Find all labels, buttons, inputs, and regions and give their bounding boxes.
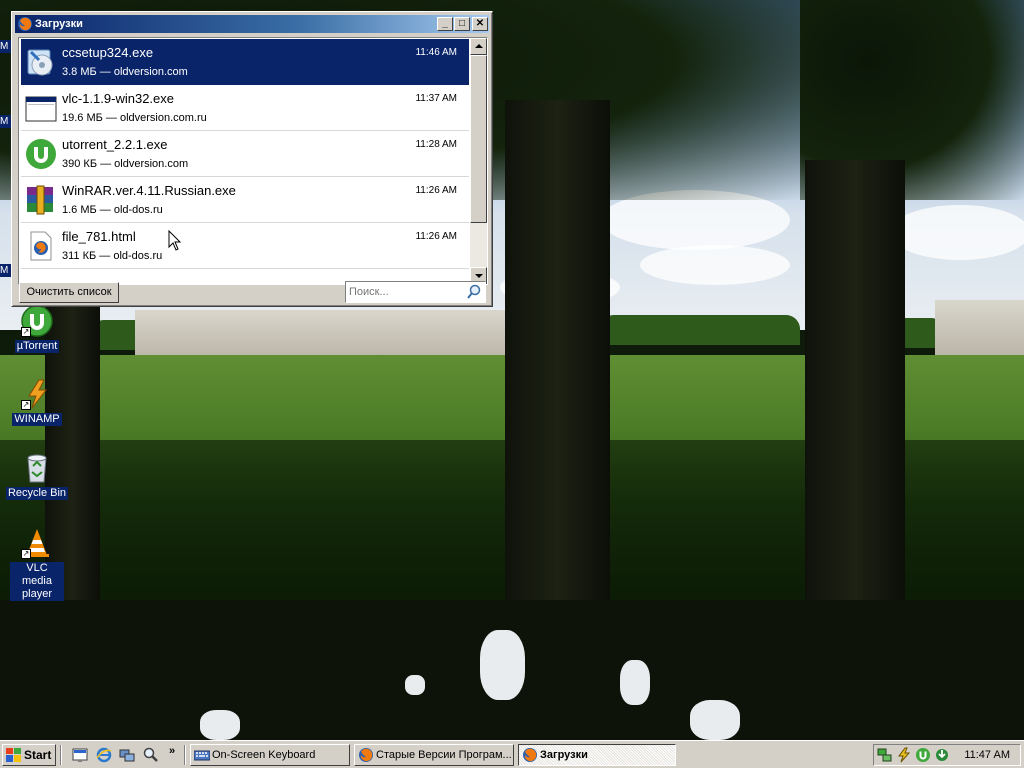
network-connection-icon[interactable] <box>877 747 893 763</box>
search-icon[interactable] <box>143 747 159 763</box>
download-filename: file_781.html <box>62 229 136 244</box>
download-time: 11:28 AM <box>415 139 457 150</box>
vlc-icon: ↗ <box>21 527 53 559</box>
title-bar[interactable]: Загрузки _ □ ✕ <box>15 15 489 33</box>
winamp-icon: ↗ <box>21 378 53 410</box>
download-size-source: 19.6 МБ — oldversion.com.ru <box>62 112 207 124</box>
power-icon[interactable] <box>896 747 912 763</box>
download-item[interactable]: vlc-1.1.9-win32.exe 19.6 МБ — oldversion… <box>21 85 469 131</box>
wallpaper-bottom-band <box>0 600 1024 740</box>
firefox-icon <box>17 16 33 32</box>
recycle-bin-icon <box>21 452 53 484</box>
downloads-list[interactable]: ccsetup324.exe 3.8 МБ — oldversion.com 1… <box>18 37 488 285</box>
downloads-window: Загрузки _ □ ✕ ccsetup324.exe 3.8 МБ — o… <box>11 11 493 307</box>
show-desktop-icon[interactable] <box>72 747 88 763</box>
desktop-icon-label: VLC media player <box>10 562 64 601</box>
task-label: On-Screen Keyboard <box>212 749 316 761</box>
start-label: Start <box>24 748 52 762</box>
firefox-document-icon <box>25 230 57 262</box>
download-filename: utorrent_2.2.1.exe <box>62 137 168 152</box>
search-icon[interactable] <box>466 284 482 300</box>
download-item[interactable]: utorrent_2.2.1.exe 390 КБ — oldversion.c… <box>21 131 469 177</box>
task-button-on-screen-keyboard[interactable]: On-Screen Keyboard <box>190 744 350 766</box>
system-tray: 11:47 AM <box>873 744 1021 766</box>
window-title: Загрузки <box>35 18 83 30</box>
download-item[interactable]: WinRAR.ver.4.11.Russian.exe 1.6 МБ — old… <box>21 177 469 223</box>
utorrent-icon: ↗ <box>21 305 53 337</box>
search-field[interactable] <box>345 281 486 303</box>
internet-explorer-icon[interactable] <box>96 747 112 763</box>
download-size-source: 3.8 МБ — oldversion.com <box>62 66 188 78</box>
keyboard-icon <box>193 747 211 763</box>
download-item[interactable]: ccsetup324.exe 3.8 МБ — oldversion.com 1… <box>21 39 469 85</box>
desktop-icon-recycle-bin[interactable]: Recycle Bin <box>0 452 74 500</box>
taskbar: Start » On-Screen Keyboard Старые Версии… <box>0 740 1024 768</box>
desktop-icon-label: WINAMP <box>12 413 62 426</box>
close-button[interactable]: ✕ <box>472 17 488 31</box>
download-size-source: 390 КБ — oldversion.com <box>62 158 189 170</box>
network-icon[interactable] <box>119 747 135 763</box>
download-size-source: 311 КБ — old-dos.ru <box>62 250 163 262</box>
update-icon[interactable] <box>934 747 950 763</box>
download-filename: ccsetup324.exe <box>62 45 154 60</box>
maximize-button[interactable]: □ <box>454 17 470 31</box>
clock[interactable]: 11:47 AM <box>964 749 1010 761</box>
windows-logo-icon <box>6 748 21 762</box>
toolbar-separator <box>60 745 62 765</box>
task-button-downloads[interactable]: Загрузки <box>518 744 676 766</box>
start-button[interactable]: Start <box>2 744 56 766</box>
utorrent-icon <box>25 138 57 170</box>
download-time: 11:26 AM <box>415 185 457 196</box>
download-time: 11:37 AM <box>415 93 457 104</box>
download-filename: WinRAR.ver.4.11.Russian.exe <box>62 183 236 198</box>
desktop-icon-label: µTorrent <box>14 340 60 353</box>
scroll-thumb[interactable] <box>470 55 487 223</box>
download-time: 11:46 AM <box>415 47 457 58</box>
download-time: 11:26 AM <box>415 231 457 242</box>
desktop-icon-utorrent[interactable]: ↗ µTorrent <box>0 305 74 353</box>
application-window-icon <box>25 92 57 124</box>
search-input[interactable] <box>349 285 461 299</box>
ccleaner-installer-icon <box>25 46 57 78</box>
download-filename: vlc-1.1.9-win32.exe <box>62 91 174 106</box>
desktop-icon-vlc[interactable]: ↗ VLC media player <box>0 527 74 601</box>
wallpaper-tile-right <box>800 0 1024 600</box>
firefox-icon <box>522 747 538 763</box>
mouse-cursor-icon <box>168 229 182 252</box>
minimize-button[interactable]: _ <box>437 17 453 31</box>
winrar-icon <box>25 184 57 216</box>
clear-list-button[interactable]: Очистить список <box>19 282 119 303</box>
scroll-up-button[interactable] <box>470 38 487 55</box>
quick-launch-more-button[interactable]: » <box>169 745 175 757</box>
vertical-scrollbar[interactable] <box>470 38 487 284</box>
desktop-icon-label: Recycle Bin <box>5 487 69 500</box>
task-label: Загрузки <box>540 749 588 761</box>
desktop-icon-winamp[interactable]: ↗ WINAMP <box>0 378 74 426</box>
utorrent-tray-icon[interactable] <box>915 747 931 763</box>
firefox-icon <box>358 747 374 763</box>
toolbar-separator <box>184 745 186 765</box>
task-label: Старые Версии Програм... <box>376 749 512 761</box>
download-item[interactable]: file_781.html 311 КБ — old-dos.ru 11:26 … <box>21 223 469 269</box>
task-button-firefox-oldversions[interactable]: Старые Версии Програм... <box>354 744 514 766</box>
download-size-source: 1.6 МБ — old-dos.ru <box>62 204 163 216</box>
